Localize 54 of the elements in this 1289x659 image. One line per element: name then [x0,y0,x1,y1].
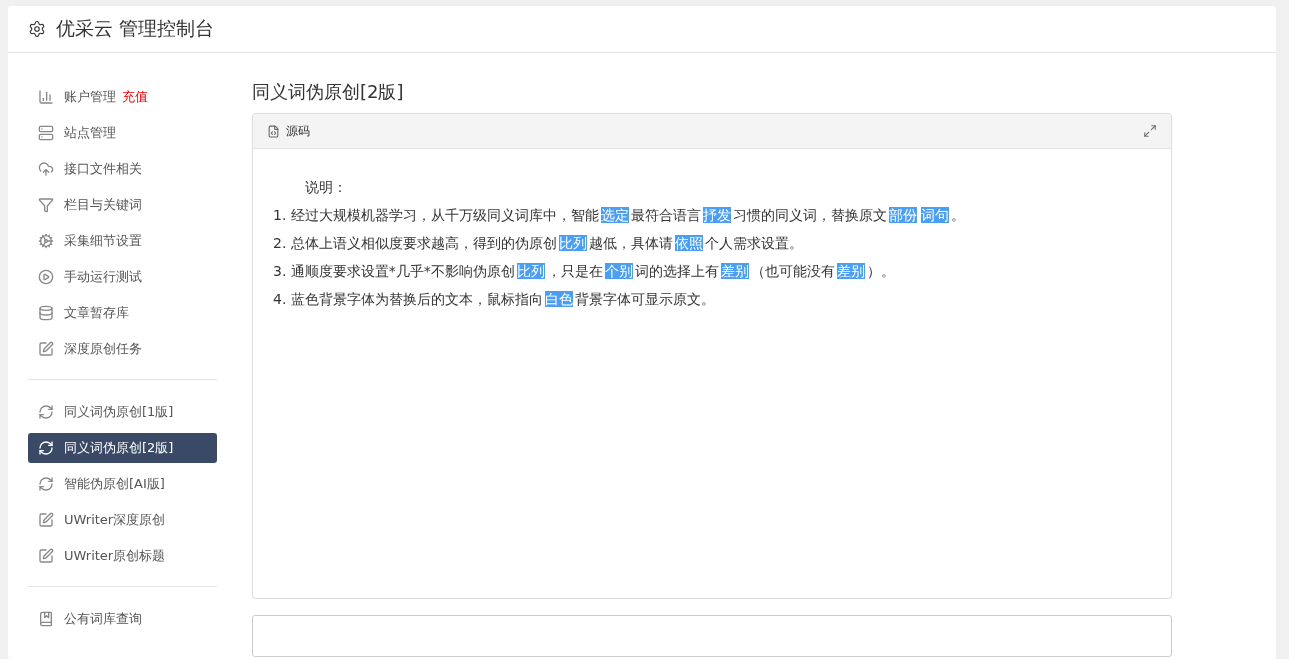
server-icon [38,125,54,141]
database-icon [38,305,54,321]
page-title: 同义词伪原创[2版] [252,80,405,104]
edit-icon [38,512,54,528]
sidebar-label: UWriter原创标题 [64,547,166,565]
sidebar-item[interactable]: 采集细节设置 [28,226,217,256]
sidebar-label: 文章暂存库 [64,304,129,322]
sidebar-label: 接口文件相关 [64,160,142,178]
note-line: 3. 通顺度要求设置*几乎*不影响伪原创 比列，只是在个别 词的选择上有差别（也可能没有差别）。 [273,262,896,281]
sidebar-label: 智能伪原创[AI版] [64,475,165,493]
refresh-icon [38,440,54,456]
sidebar-label: 站点管理 [64,124,116,142]
play-icon [38,269,54,285]
cloud-upload-icon [38,161,54,177]
sidebar-item[interactable]: 文章暂存库 [28,298,217,328]
sidebar-label: UWriter深度原创 [64,511,166,529]
recharge-link[interactable]: 充值 [122,88,148,106]
sidebar-label: 深度原创任务 [64,340,142,358]
sidebar-item[interactable]: 账户管理 充值 [28,82,217,112]
filter-icon [38,197,54,213]
sidebar-item[interactable]: 深度原创任务 [28,334,217,364]
sidebar-item[interactable]: 同义词伪原创[1版] [28,397,217,427]
sidebar-item[interactable]: 站点管理 [28,118,217,148]
sidebar-label: 栏目与关键词 [64,196,142,214]
code-file-icon [267,124,280,138]
source-button[interactable]: 源码 [267,122,310,140]
sidebar-label: 同义词伪原创[2版] [64,439,174,457]
settings-icon [28,20,46,38]
edit-icon [38,341,54,357]
fullscreen-icon[interactable] [1143,124,1157,138]
bar-chart-icon [38,89,54,105]
sidebar-item[interactable]: 同义词伪原创[2版] [28,433,217,463]
note-line: 4. 蓝色背景字体为替换后的文本，鼠标指向 白色背景字体可显示原文。 [273,290,716,309]
book-icon [38,611,54,627]
sidebar-label: 采集细节设置 [64,232,142,250]
sidebar-item[interactable]: 智能伪原创[AI版] [28,469,217,499]
sidebar-item[interactable]: 接口文件相关 [28,154,217,184]
notes-heading: 说明： [304,178,348,197]
sidebar-label: 账户管理 [64,88,116,106]
note-line: 1. 经过大规模机器学习，从千万级同义词库中，智能选定 最符合语言抒发 习惯的同义词，替换原文 部份 词句。 [273,206,966,225]
sidebar-item[interactable]: 栏目与关键词 [28,190,217,220]
sidebar-item[interactable]: UWriter原创标题 [28,541,217,571]
sidebar-item[interactable]: 公有词库查询 [28,604,217,634]
sidebar-label: 公有词库查询 [64,610,142,628]
note-line: 2. 总体上语义相似度要求越高，得到的伪原创 比列 越低，具体请依照 个人需求设置。 [273,234,804,253]
sidebar-item[interactable]: UWriter深度原创 [28,505,217,535]
refresh-icon [38,476,54,492]
edit-icon [38,548,54,564]
sidebar-item[interactable]: 手动运行测试 [28,262,217,292]
sidebar-label: 手动运行测试 [64,268,142,286]
console-title: 优采云 管理控制台 [56,16,215,41]
gears-icon [38,233,54,249]
refresh-icon [38,404,54,420]
sidebar-label: 同义词伪原创[1版] [64,403,174,421]
